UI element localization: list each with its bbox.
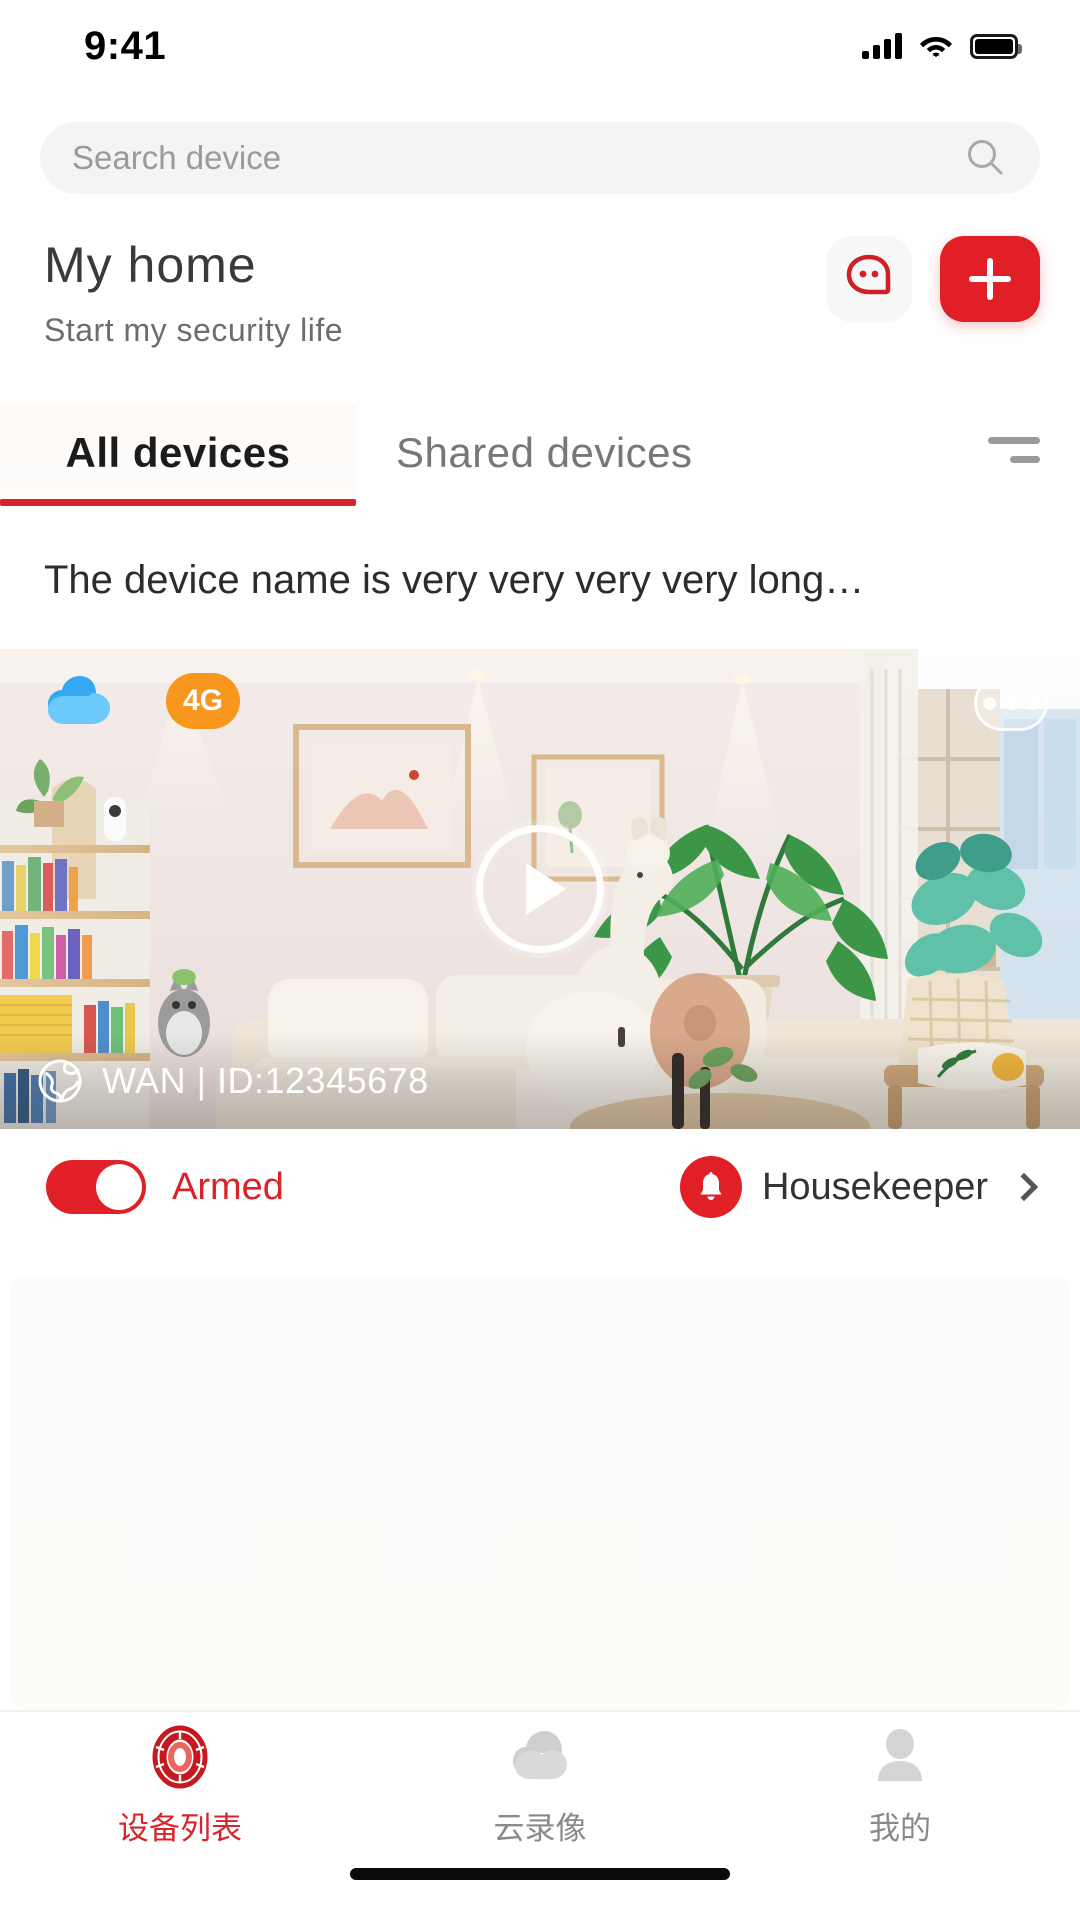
page-subtitle: Start my security life [44,312,344,348]
status-time: 9:41 [84,23,167,68]
video-connection-status: WAN | ID:12345678 [102,1060,429,1101]
cloud-recording-icon [508,1725,572,1789]
chevron-right-icon [1009,1172,1039,1202]
nav-label-cloud-recording: 云录像 [493,1810,587,1846]
device-name: The device name is very very very very l… [44,558,865,602]
status-icons [862,33,1022,59]
chat-bubble-icon [843,251,895,308]
housekeeper-label: Housekeeper [761,1165,988,1208]
more-horizontal-icon[interactable] [974,675,1048,731]
tab-shared-devices[interactable]: Shared devices [356,405,733,506]
status-bar: 9:41 [0,0,1080,92]
home-indicator [0,1860,1080,1920]
nav-label-profile: 我的 [869,1810,931,1846]
housekeeper-link[interactable]: Housekeeper [679,1156,1039,1218]
add-device-button[interactable] [940,236,1040,322]
tab-all-devices[interactable]: All devices [0,405,356,506]
bell-icon [679,1156,742,1218]
wifi-icon [919,33,953,59]
plus-icon [969,258,1011,300]
cellular-signal-icon [862,33,902,59]
tab-shared-devices-label: Shared devices [396,429,693,476]
device-control-row: Armed Housekeeper [0,1129,1080,1245]
play-icon [526,863,566,915]
filter-sort-icon[interactable] [980,430,1040,470]
tab-inactive-indicator [396,499,693,506]
armed-toggle[interactable] [46,1160,146,1214]
play-button[interactable] [476,825,604,953]
armed-control[interactable]: Armed [46,1160,284,1214]
home-title-block: My home Start my security life [44,232,343,349]
device-video-preview[interactable]: 4G WAN | ID:12345678 [0,649,1080,1129]
battery-full-icon [970,33,1022,59]
globe-icon [36,1057,84,1105]
search-icon[interactable] [964,137,1006,179]
chat-button[interactable] [826,236,912,322]
search-section [0,92,1080,194]
search-bar[interactable] [40,122,1040,194]
tab-all-devices-label: All devices [65,429,291,476]
armed-label: Armed [172,1165,284,1208]
nav-item-profile[interactable]: 我的 [720,1725,1080,1848]
network-badge: 4G [166,673,240,729]
nav-label-device-list: 设备列表 [118,1810,242,1846]
video-status-bar: WAN | ID:12345678 [0,1033,1080,1129]
app-screen: 9:41 Search device My home Start my secu… [0,0,1080,1920]
search-input[interactable] [72,139,964,177]
page-title: My home [44,237,257,293]
tab-bar: All devices Shared devices [0,405,1080,506]
nav-item-device-list[interactable]: 设备列表 [0,1725,360,1848]
profile-icon [868,1725,932,1789]
device-list-placeholder [10,1275,1070,1710]
tab-active-indicator [0,499,356,506]
video-badges: 4G [46,673,240,729]
nav-item-cloud-recording[interactable]: 云录像 [360,1725,720,1848]
toggle-knob [96,1164,142,1210]
cloud-icon [46,675,114,727]
bottom-nav: 设备列表 云录像 我的 [0,1710,1080,1860]
device-list-icon [148,1725,212,1789]
header-actions [826,232,1040,322]
home-header: My home Start my security life [0,194,1080,349]
